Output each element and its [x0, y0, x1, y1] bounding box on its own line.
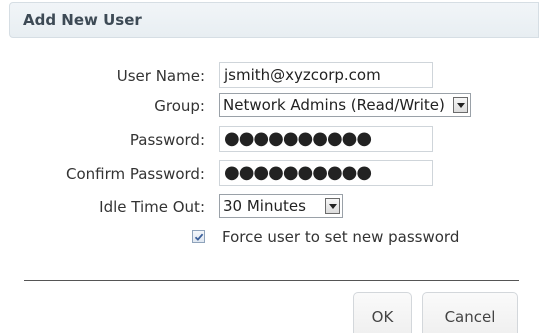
- group-label: Group:: [154, 97, 205, 115]
- idle-time-out-label: Idle Time Out:: [99, 198, 205, 216]
- idle-time-out-select-value: 30 Minutes: [223, 197, 306, 215]
- ok-button[interactable]: OK: [353, 292, 412, 333]
- divider: [24, 280, 519, 281]
- user-name-field[interactable]: jsmith@xyzcorp.com: [219, 62, 433, 88]
- confirm-password-row: Confirm Password: ●●●●●●●●●●: [0, 160, 539, 188]
- chevron-down-icon[interactable]: [325, 198, 340, 214]
- force-password-checkbox[interactable]: [192, 230, 205, 243]
- force-password-label: Force user to set new password: [222, 228, 460, 246]
- idle-time-out-row: Idle Time Out: 30 Minutes: [0, 193, 539, 221]
- password-label: Password:: [129, 131, 205, 149]
- cancel-button[interactable]: Cancel: [422, 292, 518, 333]
- confirm-password-field[interactable]: ●●●●●●●●●●: [219, 160, 433, 186]
- add-user-dialog: Add New User User Name: jsmith@xyzcorp.c…: [0, 0, 539, 333]
- user-name-row: User Name: jsmith@xyzcorp.com: [0, 62, 539, 90]
- checkmark-icon: [194, 233, 204, 241]
- confirm-password-label: Confirm Password:: [65, 165, 205, 183]
- password-row: Password: ●●●●●●●●●●: [0, 126, 539, 154]
- group-row: Group: Network Admins (Read/Write): [0, 92, 539, 120]
- user-name-label: User Name:: [116, 67, 205, 85]
- force-password-row: Force user to set new password: [0, 223, 539, 251]
- group-select-value: Network Admins (Read/Write): [223, 96, 445, 114]
- dialog-header: Add New User: [9, 2, 539, 38]
- idle-time-out-select[interactable]: 30 Minutes: [219, 194, 343, 218]
- password-field[interactable]: ●●●●●●●●●●: [219, 126, 433, 152]
- group-select[interactable]: Network Admins (Read/Write): [219, 93, 471, 117]
- chevron-down-icon[interactable]: [453, 97, 468, 113]
- dialog-title: Add New User: [23, 11, 142, 29]
